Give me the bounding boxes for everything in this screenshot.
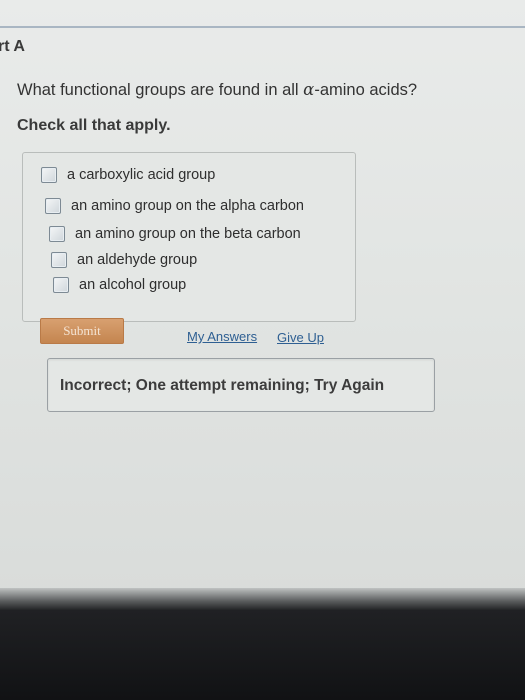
- feedback-message: Incorrect; One attempt remaining; Try Ag…: [60, 377, 385, 394]
- option-label: an amino group on the alpha carbon: [71, 198, 304, 214]
- question-text-end: -amino acids?: [314, 81, 418, 99]
- option-label: an aldehyde group: [77, 252, 198, 268]
- my-answers-link[interactable]: My Answers: [187, 329, 257, 344]
- part-title: rt A: [0, 38, 25, 55]
- checkbox[interactable]: [51, 252, 67, 268]
- option-label: an amino group on the beta carbon: [75, 226, 301, 242]
- option-carboxylic-acid[interactable]: a carboxylic acid group: [41, 167, 215, 183]
- alpha-symbol: α: [303, 80, 315, 99]
- checkbox[interactable]: [53, 277, 69, 293]
- question-text-start: What functional groups are found in all: [17, 81, 304, 99]
- monitor-edge: [0, 588, 525, 610]
- option-label: a carboxylic acid group: [67, 167, 216, 183]
- question-text: What functional groups are found in all …: [17, 80, 417, 100]
- submit-button[interactable]: Submit: [40, 318, 124, 344]
- option-amino-alpha[interactable]: an amino group on the alpha carbon: [45, 198, 304, 214]
- option-aldehyde[interactable]: an aldehyde group: [51, 252, 197, 268]
- option-label: an alcohol group: [79, 277, 187, 293]
- answer-options-box: a carboxylic acid group an amino group o…: [22, 152, 356, 322]
- header-divider: [0, 26, 525, 28]
- checkbox[interactable]: [41, 167, 57, 183]
- browser-page: rt A What functional groups are found in…: [0, 0, 525, 600]
- option-alcohol[interactable]: an alcohol group: [53, 277, 186, 293]
- checkbox[interactable]: [49, 226, 65, 242]
- instruction-text: Check all that apply.: [17, 117, 171, 134]
- monitor-bezel: [0, 610, 525, 700]
- option-amino-beta[interactable]: an amino group on the beta carbon: [49, 226, 301, 242]
- give-up-link[interactable]: Give Up: [277, 330, 324, 345]
- feedback-box: Incorrect; One attempt remaining; Try Ag…: [47, 358, 435, 412]
- checkbox[interactable]: [45, 198, 61, 214]
